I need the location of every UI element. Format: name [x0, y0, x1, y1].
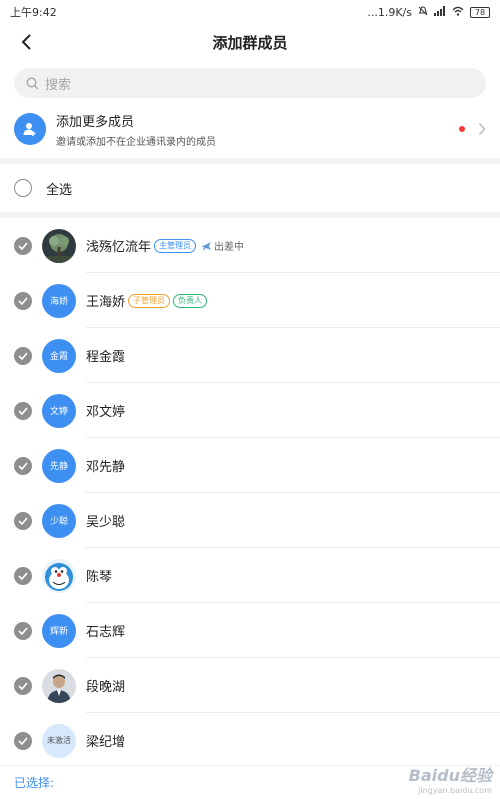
- member-name: 邓先静: [86, 460, 126, 475]
- select-all-label: 全选: [46, 182, 73, 198]
- cartoon-avatar: [42, 558, 76, 593]
- status-away: 出差中: [200, 238, 244, 253]
- wifi-icon: [452, 6, 464, 19]
- avatar: 辉新: [42, 613, 76, 648]
- member-row[interactable]: 段晚湖: [0, 658, 500, 713]
- search-section: 搜索: [0, 60, 500, 98]
- member-row[interactable]: 先静 邓先静: [0, 438, 500, 493]
- member-row[interactable]: 海娇 王海娇 子管理员 负责人: [0, 273, 500, 328]
- checkbox-checked-icon[interactable]: [14, 621, 32, 640]
- net-speed: ...1.9K/s: [367, 5, 412, 19]
- mute-icon: [418, 5, 428, 19]
- checkbox-checked-icon[interactable]: [14, 291, 32, 310]
- member-name: 段晚湖: [86, 680, 126, 695]
- checkbox-checked-icon[interactable]: [14, 731, 32, 750]
- battery-icon: 78: [470, 6, 490, 18]
- page-title: 添加群成员: [212, 33, 288, 52]
- avatar: [42, 668, 76, 703]
- avatar: [42, 558, 76, 593]
- avatar: 金霞: [42, 338, 76, 373]
- chevron-left-icon: [21, 34, 31, 50]
- checkbox-checked-icon[interactable]: [14, 236, 32, 255]
- role-tag: 负责人: [173, 293, 208, 308]
- search-placeholder: 搜索: [45, 77, 72, 93]
- bottom-selection-bar: 已选择: Baidu经验 jingyan.baidu.com: [0, 765, 500, 799]
- member-row[interactable]: 未激活 梁纪增: [0, 713, 500, 768]
- add-more-title: 添加更多成员: [56, 114, 135, 130]
- checkbox-checked-icon[interactable]: [14, 511, 32, 530]
- member-name: 程金霞: [86, 350, 126, 365]
- chevron-right-icon: [478, 123, 486, 135]
- watermark-url: jingyan.baidu.com: [418, 786, 492, 795]
- status-text: 出差中: [214, 242, 245, 253]
- search-icon: [26, 76, 39, 89]
- role-tag: 主管理员: [154, 238, 197, 253]
- member-name: 王海娇: [86, 295, 126, 310]
- member-row[interactable]: 文婷 邓文婷: [0, 383, 500, 438]
- member-row[interactable]: 浅殇忆流年 主管理员 出差中: [0, 218, 500, 273]
- status-bar: 上午9:42 ...1.9K/s 78: [0, 0, 500, 24]
- checkbox-checked-icon[interactable]: [14, 346, 32, 365]
- add-more-members-row[interactable]: 添加更多成员 邀请或添加不在企业通讯录内的成员: [0, 100, 500, 158]
- add-user-icon: [14, 113, 46, 145]
- notification-dot: [459, 126, 465, 132]
- avatar: [42, 228, 76, 263]
- avatar: 少聪: [42, 503, 76, 538]
- signal-icon: [434, 5, 446, 19]
- add-more-text: 添加更多成员 邀请或添加不在企业通讯录内的成员: [56, 111, 216, 148]
- member-name: 浅殇忆流年: [86, 240, 152, 255]
- avatar: 未激活: [42, 723, 76, 758]
- member-name: 邓文婷: [86, 405, 126, 420]
- tree-photo-avatar: [42, 228, 76, 263]
- role-tag: 子管理员: [128, 293, 171, 308]
- member-row[interactable]: 辉新 石志辉: [0, 603, 500, 658]
- member-row[interactable]: 金霞 程金霞: [0, 328, 500, 383]
- avatar: 海娇: [42, 283, 76, 318]
- select-all-checkbox[interactable]: [14, 179, 32, 197]
- top-bar: 添加群成员: [0, 24, 500, 60]
- back-button[interactable]: [14, 29, 38, 55]
- watermark-logo: Baidu经验: [408, 766, 492, 785]
- search-input[interactable]: 搜索: [14, 68, 486, 98]
- member-name: 石志辉: [86, 625, 126, 640]
- member-name: 吴少聪: [86, 515, 126, 530]
- avatar: 先静: [42, 448, 76, 483]
- checkbox-checked-icon[interactable]: [14, 676, 32, 695]
- member-row[interactable]: 少聪 吴少聪: [0, 493, 500, 548]
- status-icons: ...1.9K/s 78: [367, 5, 490, 19]
- checkbox-checked-icon[interactable]: [14, 566, 32, 585]
- airplane-icon: [201, 241, 212, 251]
- member-name: 陈琴: [86, 570, 113, 585]
- avatar: 文婷: [42, 393, 76, 428]
- person-photo-avatar: [42, 668, 76, 703]
- watermark: Baidu经验 jingyan.baidu.com: [409, 762, 492, 795]
- status-time: 上午9:42: [10, 6, 57, 19]
- select-all-row[interactable]: 全选: [0, 164, 500, 212]
- checkbox-checked-icon[interactable]: [14, 456, 32, 475]
- member-row[interactable]: 陈琴: [0, 548, 500, 603]
- add-more-subtitle: 邀请或添加不在企业通讯录内的成员: [56, 136, 216, 148]
- selected-label: 已选择:: [14, 776, 55, 790]
- member-name: 梁纪增: [86, 735, 126, 750]
- checkbox-checked-icon[interactable]: [14, 401, 32, 420]
- member-list: 浅殇忆流年 主管理员 出差中 海娇 王海娇 子管理员 负责人 金霞 程金霞 文婷…: [0, 218, 500, 768]
